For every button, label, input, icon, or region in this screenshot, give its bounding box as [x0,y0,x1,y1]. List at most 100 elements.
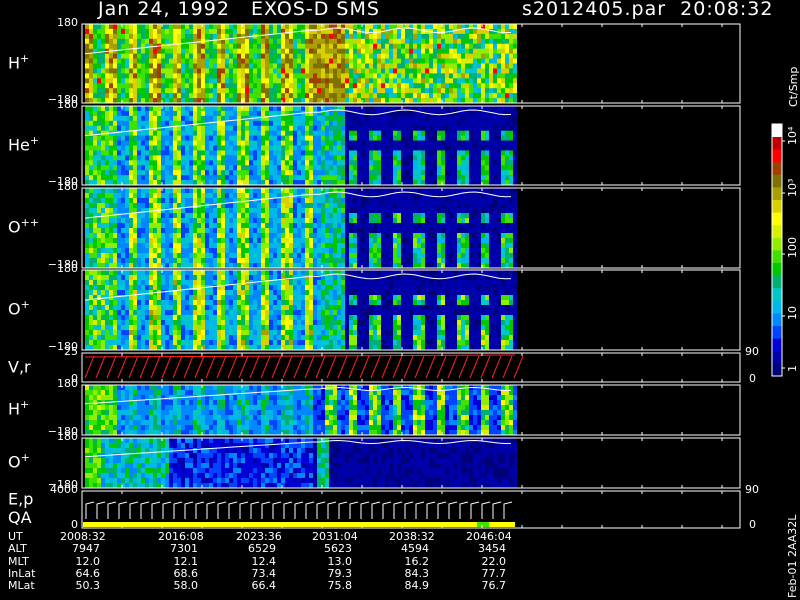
spectrogram-cell [89,155,93,160]
spectrogram-cell [337,54,341,59]
spectrogram-cell [329,131,333,136]
spectrogram-cell [513,44,517,49]
spectrogram-cell [417,155,421,160]
spectrogram-cell [329,88,333,93]
spectrogram-cell [269,39,273,44]
spectrogram-cell [145,29,149,34]
spectrogram-cell [209,106,213,111]
spectrogram-cell [381,78,385,83]
spectrogram-cell [269,170,273,175]
spectrogram-cell [149,238,153,243]
spectrogram-cell [329,258,333,263]
spectrogram-cell [141,213,145,218]
spectrogram-cell [245,44,249,49]
spectrogram-cell [421,44,425,49]
spectrogram-cell [453,39,457,44]
spectrogram-cell [497,170,501,175]
spectrogram-cell [157,155,161,160]
spectrogram-cell [417,73,421,78]
spectrogram-cell [397,165,401,170]
spectrogram-cell [109,238,113,243]
spectrogram-cell [417,93,421,98]
spectrogram-cell [321,78,325,83]
spectrogram-cell [481,131,485,136]
spectrogram-cell [301,188,305,193]
spectrogram-cell [337,213,341,218]
spectrogram-cell [345,243,349,248]
spectrogram-cell [421,49,425,54]
spectrogram-cell [441,88,445,93]
spectrogram-cell [157,106,161,111]
spectrogram-cell [477,64,481,69]
spectrogram-cell [469,34,473,39]
spectrogram-cell [209,121,213,126]
spectrogram-cell [141,131,145,136]
spectrogram-cell [273,68,277,73]
spectrogram-cell [189,106,193,111]
spectrogram-cell [189,78,193,83]
spectrogram-cell [501,175,505,180]
spectrogram-cell [113,150,117,155]
spectrogram-cell [349,54,353,59]
spectrogram-cell [165,83,169,88]
spectrogram-cell [241,155,245,160]
spectrogram-cell [129,228,133,233]
spectrogram-cell [293,34,297,39]
spectrogram-cell [193,208,197,213]
spectrogram-cell [489,160,493,165]
spectrogram-cell [189,243,193,248]
spectrogram-cell [305,233,309,238]
spectrogram-cell [297,24,301,29]
spectrogram-cell [429,131,433,136]
spectrogram-cell [449,93,453,98]
spectrogram-cell [461,34,465,39]
spectrogram-cell [373,141,377,146]
spectrogram-cell [329,78,333,83]
spectrogram-cell [217,175,221,180]
spectrogram-cell [317,208,321,213]
spectrogram-cell [133,59,137,64]
spectrogram-cell [217,238,221,243]
spectrogram-cell [325,253,329,258]
spectrogram-cell [257,64,261,69]
spectrogram-cell [233,131,237,136]
spectrogram-cell [361,121,365,126]
spectrogram-cell [393,116,397,121]
spectrogram-cell [213,233,217,238]
spectrogram-cell [161,175,165,180]
spectrogram-cell [441,238,445,243]
spectrogram-cell [169,160,173,165]
spectrogram-cell [285,223,289,228]
spectrogram-cell [133,188,137,193]
spectrogram-cell [101,203,105,208]
spectrogram-cell [449,208,453,213]
spectrogram-cell [209,258,213,263]
spectrogram-cell [177,198,181,203]
spectrogram-cell [401,111,405,116]
spectrogram-cell [397,44,401,49]
spectrogram-cell [457,126,461,131]
spectrogram-cell [349,44,353,49]
spectrogram-cell [89,228,93,233]
spectrogram-cell [393,64,397,69]
spectrogram-cell [253,208,257,213]
spectrogram-cell [509,160,513,165]
spectrogram-cell [397,228,401,233]
spectrogram-cell [469,39,473,44]
spectrogram-cell [417,213,421,218]
spectrogram-cell [145,193,149,198]
spectrogram-cell [369,175,373,180]
spectrogram-cell [149,78,153,83]
spectrogram-cell [185,258,189,263]
spectrogram-cell [445,73,449,78]
spectrogram-cell [385,39,389,44]
spectrogram-cell [233,165,237,170]
spectrogram-cell [153,213,157,218]
spectrogram-cell [237,59,241,64]
spectrogram-cell [277,39,281,44]
spectrogram-cell [381,106,385,111]
spectrogram-cell [449,170,453,175]
spectrogram-cell [209,136,213,141]
spectrogram-cell [433,136,437,141]
spectrogram-cell [461,175,465,180]
